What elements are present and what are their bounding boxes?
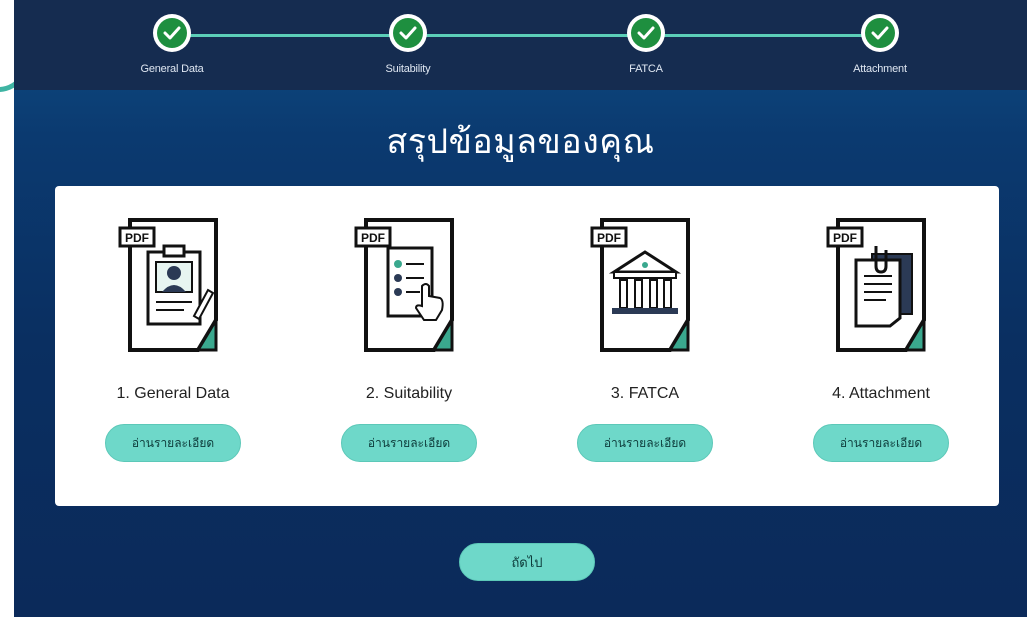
- checklist-document-icon: PDF: [354, 218, 454, 352]
- document-label: 1. General Data: [116, 385, 230, 402]
- step-label: Attachment: [853, 63, 907, 75]
- clipboard-attachment-icon: PDF: [826, 218, 926, 352]
- pdf-badge: PDF: [833, 231, 857, 245]
- read-details-button[interactable]: อ่านรายละเอียด: [341, 424, 477, 462]
- pdf-badge: PDF: [361, 231, 385, 245]
- document-label: 4. Attachment: [832, 385, 930, 402]
- step-dot: [627, 14, 665, 52]
- step-dot: [153, 14, 191, 52]
- document-label: 3. FATCA: [610, 385, 680, 402]
- progress-stepper: General Data Suitability FATCA Attachmen…: [14, 0, 1027, 90]
- document-suitability: PDF 2. Suitability อ่านรายละเอียด: [291, 186, 527, 506]
- profile-document-icon: PDF: [118, 218, 218, 352]
- app-frame: General Data Suitability FATCA Attachmen…: [14, 0, 1027, 617]
- page-title: สรุปข้อมูลของคุณ: [386, 123, 655, 161]
- bank-document-icon: PDF: [590, 218, 690, 352]
- step-label: General Data: [140, 63, 204, 75]
- document-fatca: PDF 3. FATCA อ่านรายละเอียด: [527, 186, 763, 506]
- check-icon: [393, 18, 423, 48]
- summary-card: PDF 1. General Data อ่านรายละเอียด PDF 2…: [55, 186, 999, 506]
- check-icon: [631, 18, 661, 48]
- check-icon: [865, 18, 895, 48]
- pdf-badge: PDF: [125, 231, 149, 245]
- step-label: Suitability: [385, 63, 431, 75]
- pdf-badge: PDF: [597, 231, 621, 245]
- step-general-data[interactable]: General Data: [112, 14, 232, 75]
- document-label: 2. Suitability: [365, 385, 453, 402]
- check-icon: [157, 18, 187, 48]
- step-dot: [861, 14, 899, 52]
- step-dot: [389, 14, 427, 52]
- step-label: FATCA: [629, 63, 663, 75]
- step-fatca[interactable]: FATCA: [586, 14, 706, 75]
- document-attachment: PDF 4. Attachment อ่านรายละเอียด: [763, 186, 999, 506]
- read-details-button[interactable]: อ่านรายละเอียด: [813, 424, 949, 462]
- document-general-data: PDF 1. General Data อ่านรายละเอียด: [55, 186, 291, 506]
- read-details-button[interactable]: อ่านรายละเอียด: [105, 424, 241, 462]
- step-attachment[interactable]: Attachment: [820, 14, 940, 75]
- step-suitability[interactable]: Suitability: [348, 14, 468, 75]
- next-button[interactable]: ถัดไป: [459, 543, 595, 581]
- read-details-button[interactable]: อ่านรายละเอียด: [577, 424, 713, 462]
